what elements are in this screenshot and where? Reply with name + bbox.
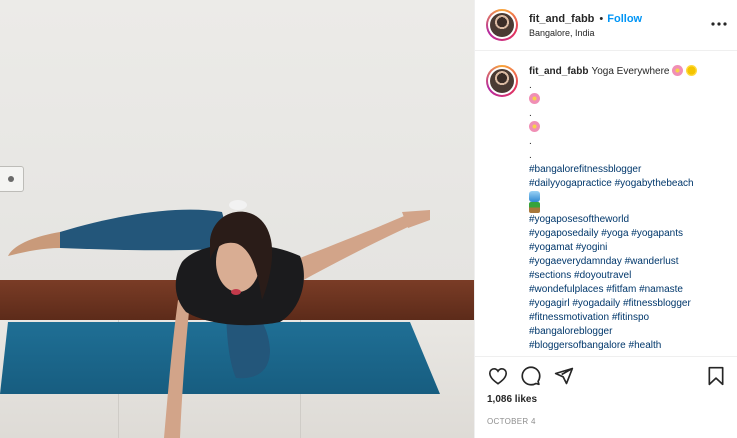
likes-count[interactable]: 1,086 likes: [475, 394, 737, 412]
hashtag-line[interactable]: #yogaposedaily #yoga #yogapants: [529, 227, 697, 241]
post-side-panel: fit_and_fabb • Follow Bangalore, India f…: [474, 0, 737, 438]
post-header-text: fit_and_fabb • Follow Bangalore, India: [529, 13, 711, 38]
hashtag-line[interactable]: #yogaeverydamnday #wanderlust: [529, 255, 697, 269]
hashtag-list: #bangalorefitnessblogger #dailyyogapract…: [529, 163, 697, 353]
hashtag-line[interactable]: #fitnessmotivation #fitinspo: [529, 311, 697, 325]
hashtag-text[interactable]: #yogaposesoftheworld: [529, 214, 629, 225]
caption-filler-line: .: [529, 136, 532, 147]
hashtag-line-with-emoji[interactable]: #yogaposesoftheworld: [529, 191, 697, 227]
follow-button[interactable]: Follow: [607, 13, 642, 25]
palm-tree-emoji-icon: [529, 202, 540, 213]
post-date[interactable]: OCTOBER 4: [475, 412, 737, 438]
share-icon[interactable]: [553, 365, 575, 387]
avatar[interactable]: [486, 9, 518, 41]
post-photo[interactable]: [0, 0, 474, 438]
caption-text: Yoga Everywhere: [591, 66, 670, 77]
photo-yoga-figure: [8, 200, 430, 438]
more-horizontal-icon[interactable]: [711, 15, 727, 31]
hashtag-line[interactable]: #bangaloreblogger: [529, 325, 697, 339]
caption-body: fit_and_fabb Yoga Everywhere . . . . #ban…: [529, 65, 698, 356]
hashtag-line[interactable]: #yogagirl #yogadaily #fitnessblogger: [529, 297, 697, 311]
comment-icon[interactable]: [520, 365, 542, 387]
hashtag-line[interactable]: #bloggersofbangalore #health: [529, 339, 697, 353]
username-link[interactable]: fit_and_fabb: [529, 13, 594, 25]
hashtag-line[interactable]: #bangalorefitnessblogger: [529, 163, 697, 177]
sun-emoji-icon: [686, 65, 698, 76]
caption-emoji-line: [529, 93, 697, 107]
post-caption: fit_and_fabb Yoga Everywhere . . . . #ban…: [475, 51, 737, 356]
post-actions: [475, 356, 737, 394]
hashtag-line[interactable]: #wondefulplaces #fitfam #namaste: [529, 283, 697, 297]
bookmark-icon[interactable]: [705, 365, 727, 387]
separator-dot: •: [599, 12, 604, 25]
flower-emoji-icon: [529, 93, 540, 104]
hashtag-line[interactable]: #sections #doyoutravel: [529, 269, 697, 283]
caption-filler-line: .: [529, 108, 532, 119]
flower-emoji-icon: [672, 65, 684, 76]
caption-emoji-line: [529, 121, 697, 135]
post-header: fit_and_fabb • Follow Bangalore, India: [475, 0, 737, 51]
wave-emoji-icon: [529, 191, 540, 202]
caption-filler-line: .: [529, 80, 532, 91]
hashtag-line[interactable]: #yogamat #yogini: [529, 241, 697, 255]
hashtag-line[interactable]: #dailyyogapractice #yogabythebeach: [529, 177, 697, 191]
heart-icon[interactable]: [487, 365, 509, 387]
caption-filler-line: .: [529, 150, 532, 161]
location-link[interactable]: Bangalore, India: [529, 28, 711, 38]
instagram-post: fit_and_fabb • Follow Bangalore, India f…: [0, 0, 737, 438]
caption-username[interactable]: fit_and_fabb: [529, 66, 588, 77]
flower-emoji-icon: [529, 121, 540, 132]
caption-avatar[interactable]: [486, 65, 518, 97]
